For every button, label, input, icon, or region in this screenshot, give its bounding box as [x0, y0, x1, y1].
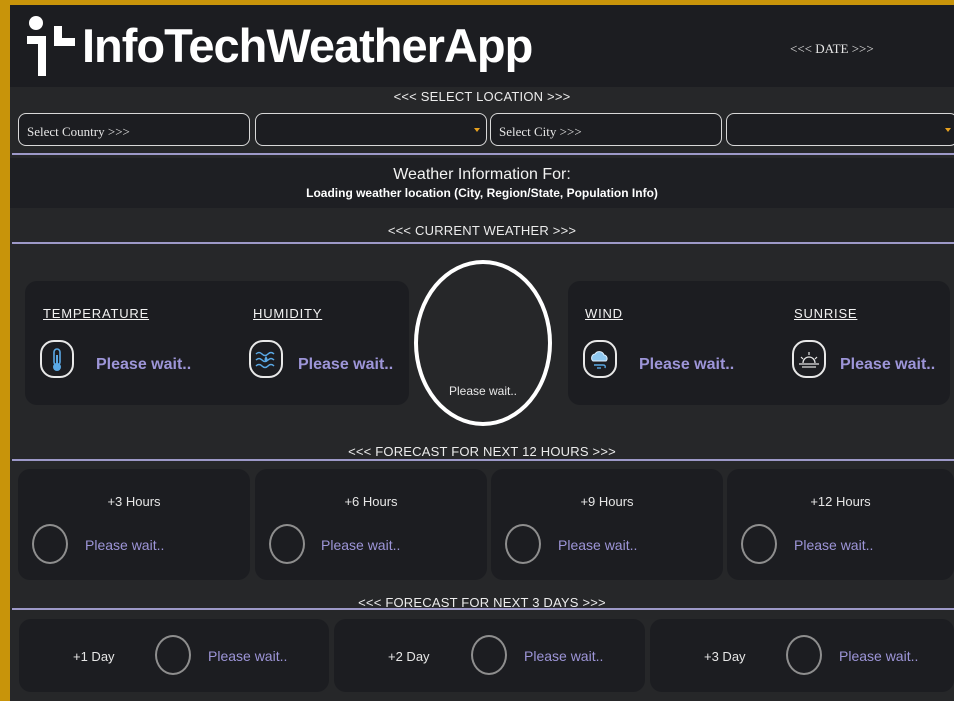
divider: [12, 608, 954, 610]
country-dropdown[interactable]: [255, 113, 487, 146]
weather-icon-placeholder: [786, 635, 822, 675]
wind-label: WIND: [585, 306, 623, 321]
forecast-value: Please wait..: [558, 537, 638, 553]
divider: [12, 459, 954, 461]
forecast-value: Please wait..: [321, 537, 401, 553]
weather-location-subtitle: Loading weather location (City, Region/S…: [306, 186, 658, 200]
hourly-forecast-title: <<< FORECAST FOR NEXT 12 HOURS >>>: [348, 444, 616, 459]
weather-info-title: Weather Information For:: [393, 166, 571, 183]
right-stats-panel: WIND Please wait.. SUNRISE Please wait..: [568, 281, 950, 405]
thermometer-icon: [40, 340, 74, 378]
weather-info-band: Weather Information For: Loading weather…: [10, 158, 954, 208]
sunrise-label: SUNRISE: [794, 306, 858, 321]
select-location-title: <<< SELECT LOCATION >>>: [393, 89, 571, 104]
humidity-value: Please wait..: [298, 356, 394, 373]
chevron-down-icon: [945, 128, 951, 132]
wind-cloud-icon: [583, 340, 617, 378]
forecast-value: Please wait..: [208, 648, 288, 664]
humidity-label: HUMIDITY: [253, 306, 323, 321]
forecast-day-label: +3 Day: [704, 649, 746, 664]
divider: [12, 153, 954, 155]
forecast-value: Please wait..: [839, 648, 919, 664]
forecast-day-label: +2 Day: [388, 649, 430, 664]
header-bar: InfoTechWeatherApp <<< DATE >>>: [10, 5, 954, 87]
left-stats-panel: TEMPERATURE Please wait.. HUMIDITY Pleas…: [25, 281, 409, 405]
hourly-forecast-card: +6 Hours Please wait..: [255, 469, 487, 580]
forecast-hours-label: +9 Hours: [580, 494, 634, 509]
sunrise-value: Please wait..: [840, 356, 936, 373]
hourly-forecast-card: +12 Hours Please wait..: [727, 469, 954, 580]
weather-icon-placeholder: [505, 524, 541, 564]
select-country-label: Select Country >>>: [18, 113, 250, 146]
forecast-day-label: +1 Day: [73, 649, 115, 664]
daily-forecast-card: +1 Day Please wait..: [19, 619, 329, 692]
forecast-value: Please wait..: [85, 537, 165, 553]
city-dropdown[interactable]: [726, 113, 954, 146]
weather-icon-placeholder: [32, 524, 68, 564]
temperature-label: TEMPERATURE: [43, 306, 150, 321]
date-label: <<< DATE >>>: [790, 41, 874, 56]
current-weather-circle: Please wait..: [414, 260, 552, 426]
forecast-hours-label: +12 Hours: [810, 494, 871, 509]
weather-icon-placeholder: [155, 635, 191, 675]
sunrise-icon: [792, 340, 826, 378]
app-title: InfoTechWeatherApp: [82, 19, 533, 72]
chevron-down-icon: [474, 128, 480, 132]
app-window: InfoTechWeatherApp <<< DATE >>> <<< SELE…: [10, 5, 954, 701]
daily-forecast-card: +3 Day Please wait..: [650, 619, 954, 692]
weather-icon-placeholder: [471, 635, 507, 675]
infotech-logo-icon: [27, 16, 75, 76]
current-weather-title: <<< CURRENT WEATHER >>>: [387, 223, 577, 238]
temperature-value: Please wait..: [96, 356, 192, 373]
weather-icon-placeholder: [269, 524, 305, 564]
wind-value: Please wait..: [639, 356, 735, 373]
divider: [12, 242, 954, 244]
current-weather-status: Please wait..: [448, 384, 518, 398]
daily-forecast-card: +2 Day Please wait..: [334, 619, 645, 692]
weather-icon-placeholder: [741, 524, 777, 564]
select-city-label: Select City >>>: [490, 113, 722, 146]
forecast-hours-label: +6 Hours: [344, 494, 398, 509]
forecast-value: Please wait..: [794, 537, 874, 553]
humidity-icon: [249, 340, 283, 378]
forecast-hours-label: +3 Hours: [107, 494, 161, 509]
hourly-forecast-card: +9 Hours Please wait..: [491, 469, 723, 580]
hourly-forecast-card: +3 Hours Please wait..: [18, 469, 250, 580]
forecast-value: Please wait..: [524, 648, 604, 664]
